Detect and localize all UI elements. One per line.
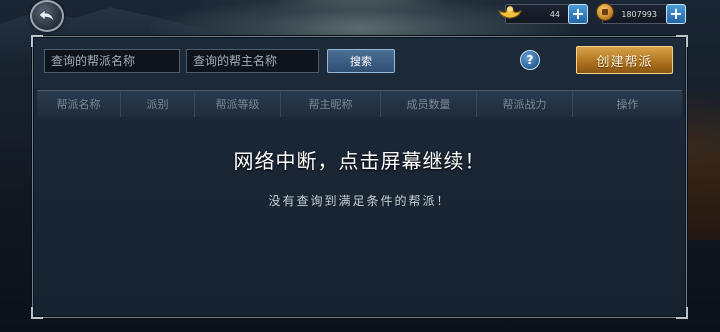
add-gold-button[interactable]: + bbox=[568, 4, 588, 24]
panel-corner-ornament bbox=[676, 35, 688, 47]
add-coin-button[interactable]: + bbox=[666, 4, 686, 24]
plus-icon: + bbox=[571, 4, 585, 23]
column-header-guild-name: 帮派名称 bbox=[37, 91, 121, 117]
column-header-leader-name: 帮主昵称 bbox=[281, 91, 381, 117]
search-button[interactable]: 搜索 bbox=[327, 49, 395, 73]
back-arrow-icon bbox=[38, 9, 55, 23]
guild-name-search-input[interactable] bbox=[44, 49, 180, 73]
column-header-actions: 操作 bbox=[616, 98, 639, 111]
column-header-guild-level: 帮派等级 bbox=[195, 91, 281, 117]
coin-amount: 1807993 bbox=[621, 9, 657, 19]
panel-corner-ornament bbox=[31, 35, 43, 47]
search-button-label: 搜索 bbox=[350, 55, 372, 68]
network-interrupted-message[interactable]: 网络中断，点击屏幕继续！ bbox=[33, 145, 686, 174]
column-header-guild-power: 帮派战力 bbox=[477, 91, 573, 117]
column-header-member-count: 成员数量 bbox=[381, 91, 477, 117]
create-guild-button[interactable]: 创建帮派 bbox=[576, 46, 673, 74]
column-header-faction: 派别 bbox=[121, 91, 195, 117]
gold-amount: 44 bbox=[549, 9, 560, 19]
back-button[interactable] bbox=[30, 0, 64, 32]
leader-name-search-input[interactable] bbox=[186, 49, 319, 73]
create-guild-label: 创建帮派 bbox=[596, 54, 653, 70]
copper-coin-icon bbox=[596, 3, 614, 21]
help-icon: ? bbox=[526, 53, 534, 67]
gold-ingot-icon bbox=[498, 5, 522, 19]
table-header: 帮派名称 派别 帮派等级 帮主昵称 成员数量 帮派战力 操作 bbox=[37, 90, 682, 118]
empty-result-message: 没有查询到满足条件的帮派！ bbox=[268, 194, 451, 208]
plus-icon: + bbox=[669, 4, 683, 23]
help-button[interactable]: ? bbox=[520, 50, 540, 70]
guild-list-panel: 搜索 ? 创建帮派 帮派名称 派别 帮派等级 帮主昵称 成员数量 帮派战力 操作… bbox=[31, 35, 688, 319]
